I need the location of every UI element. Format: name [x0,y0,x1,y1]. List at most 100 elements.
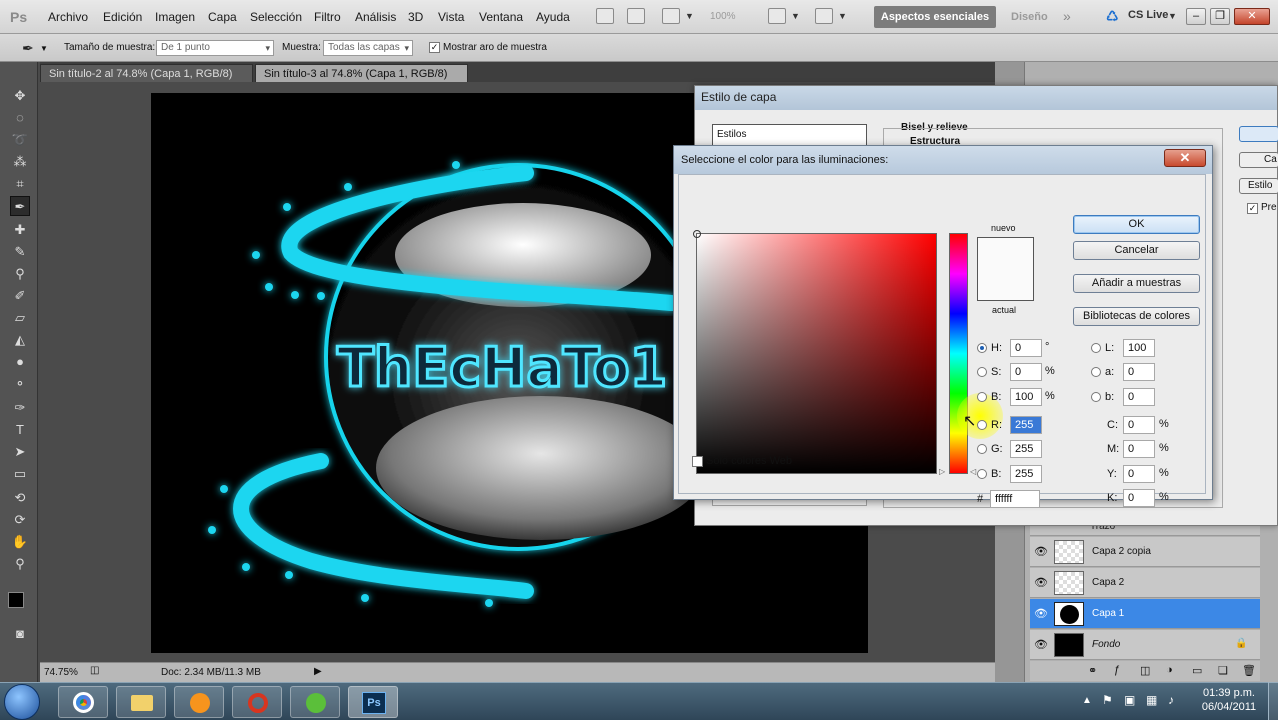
healing-brush-icon[interactable]: ✚ [10,220,30,240]
chrome-taskbar-button[interactable] [58,686,108,718]
hue-slider[interactable] [949,233,968,474]
l-field[interactable]: 100 [1123,339,1155,357]
y-field[interactable]: 0 [1123,465,1155,483]
more-workspaces-icon[interactable]: » [1063,8,1071,24]
g-field[interactable]: 255 [1010,440,1042,458]
link-layers-icon[interactable]: ⚭ [1088,664,1097,677]
network-icon[interactable]: ▦ [1146,693,1157,707]
color-libraries-button[interactable]: Bibliotecas de colores [1073,307,1200,326]
photoshop-taskbar-button[interactable]: Ps [348,686,398,718]
mask-icon[interactable]: ◫ [1140,664,1150,677]
arrange-documents-icon[interactable] [768,8,786,24]
view-extras-icon[interactable] [662,8,680,24]
paint-bucket-icon[interactable]: ◭ [10,330,30,350]
eye-icon[interactable]: 👁 [1034,607,1048,621]
eye-icon[interactable]: 👁 [1034,545,1048,559]
media-player-icon[interactable] [174,686,224,718]
eye-icon[interactable]: 👁 [1034,638,1048,652]
cancel-button[interactable]: Cancelar [1073,241,1200,260]
styles-list-header[interactable]: Estilos [712,124,867,146]
tab-document-3[interactable]: Sin título-3 al 74.8% (Capa 1, RGB/8) *✕ [255,64,468,93]
pen-tool-icon[interactable]: ✑ [10,398,30,418]
path-select-icon[interactable]: ➤ [10,442,30,462]
type-tool-icon[interactable]: T [10,420,30,440]
g-radio[interactable] [977,444,987,454]
bridge-icon[interactable] [596,8,614,24]
device-icon[interactable]: ▣ [1124,693,1135,707]
trash-icon[interactable]: 🗑 [1242,664,1256,677]
layer-row[interactable]: 👁 Capa 1 [1030,599,1260,629]
ccleaner-icon[interactable] [232,686,282,718]
brush-tool-icon[interactable]: ✎ [10,242,30,262]
eyedropper-tool-icon[interactable]: ✒ [10,196,30,216]
folder-icon[interactable] [116,686,166,718]
ok-button[interactable] [1239,126,1278,142]
3d-rotate-icon[interactable]: ⟲ [10,488,30,508]
volume-icon[interactable]: ♪ [1168,693,1174,707]
saturation-brightness-field[interactable] [693,230,937,474]
eye-icon[interactable]: 👁 [1034,576,1048,590]
menu-ayuda[interactable]: Ayuda [536,10,570,24]
foreground-color-swatch[interactable] [8,592,24,608]
tab-document-2[interactable]: Sin título-2 al 74.8% (Capa 1, RGB/8) *✕ [40,64,253,93]
cslive-button[interactable]: CS Live [1128,9,1168,21]
b-radio[interactable] [1091,392,1101,402]
clone-stamp-icon[interactable]: ⚲ [10,264,30,284]
layer-row[interactable]: 👁 Capa 2 copia [1030,537,1260,567]
start-button[interactable] [4,684,40,720]
minibridge-icon[interactable] [627,8,645,24]
web-colors-checkbox[interactable] [692,456,703,467]
shape-tool-icon[interactable]: ▭ [10,464,30,484]
fx-icon[interactable]: ƒ [1114,664,1120,676]
menu-3d[interactable]: 3D [408,10,423,24]
status-menu-arrow-icon[interactable]: ▶ [314,666,322,677]
quick-select-tool-icon[interactable]: ⁂ [10,152,30,172]
chevron-down-icon[interactable]: ▼ [40,44,48,53]
b-field[interactable]: 0 [1123,388,1155,406]
marquee-tool-icon[interactable]: ◌ [10,108,30,128]
s-radio[interactable] [977,367,987,377]
eraser-tool-icon[interactable]: ▱ [10,308,30,328]
minimize-button[interactable]: – [1186,8,1206,25]
h-field[interactable]: 0 [1010,339,1042,357]
zoom-percent[interactable]: 74.75% [44,667,78,678]
hand-tool-icon[interactable]: ✋ [10,532,30,552]
chevron-down-icon[interactable]: ▼ [791,11,800,21]
chevron-down-icon[interactable]: ▼ [1168,11,1177,21]
menu-capa[interactable]: Capa [208,10,237,24]
layer-row[interactable]: 👁 Capa 2 [1030,568,1260,598]
lasso-tool-icon[interactable]: ➰ [10,130,30,150]
new-style-button[interactable]: Estilo [1239,178,1278,194]
sample-size-select[interactable]: De 1 punto [156,40,274,56]
menu-imagen[interactable]: Imagen [155,10,195,24]
ok-button[interactable]: OK [1073,215,1200,234]
show-hidden-icons[interactable]: ▲ [1082,695,1092,706]
crop-tool-icon[interactable]: ⌗ [10,174,30,194]
screen-mode-icon[interactable] [815,8,833,24]
hex-field[interactable]: ffffff [990,490,1040,508]
menu-edicion[interactable]: Edición [103,10,142,24]
show-ring-checkbox[interactable]: ✓ [429,42,440,53]
folder-icon[interactable]: ▭ [1192,664,1202,677]
l-radio[interactable] [1091,343,1101,353]
dodge-tool-icon[interactable]: ⚬ [10,374,30,394]
menu-ventana[interactable]: Ventana [479,10,523,24]
a-radio[interactable] [1091,367,1101,377]
maximize-button[interactable]: ❐ [1210,8,1230,25]
color-cursor[interactable] [693,230,701,238]
show-desktop-button[interactable] [1268,682,1278,720]
brightness-field[interactable]: 100 [1010,388,1042,406]
k-field[interactable]: 0 [1123,489,1155,507]
blue-radio[interactable] [977,469,987,479]
a-field[interactable]: 0 [1123,363,1155,381]
blur-tool-icon[interactable]: ● [10,352,30,372]
chevron-down-icon[interactable]: ▼ [838,11,847,21]
chevron-down-icon[interactable]: ▼ [685,11,694,21]
hue-slider-handle-left-icon[interactable]: ▷ [939,467,945,476]
messenger-icon[interactable] [290,686,340,718]
zoom-level[interactable]: 100% [710,11,736,22]
close-window-button[interactable]: ✕ [1234,8,1270,25]
add-to-swatches-button[interactable]: Añadir a muestras [1073,274,1200,293]
zoom-tool-icon[interactable]: ⚲ [10,554,30,574]
flag-icon[interactable]: ⚑ [1102,693,1113,707]
